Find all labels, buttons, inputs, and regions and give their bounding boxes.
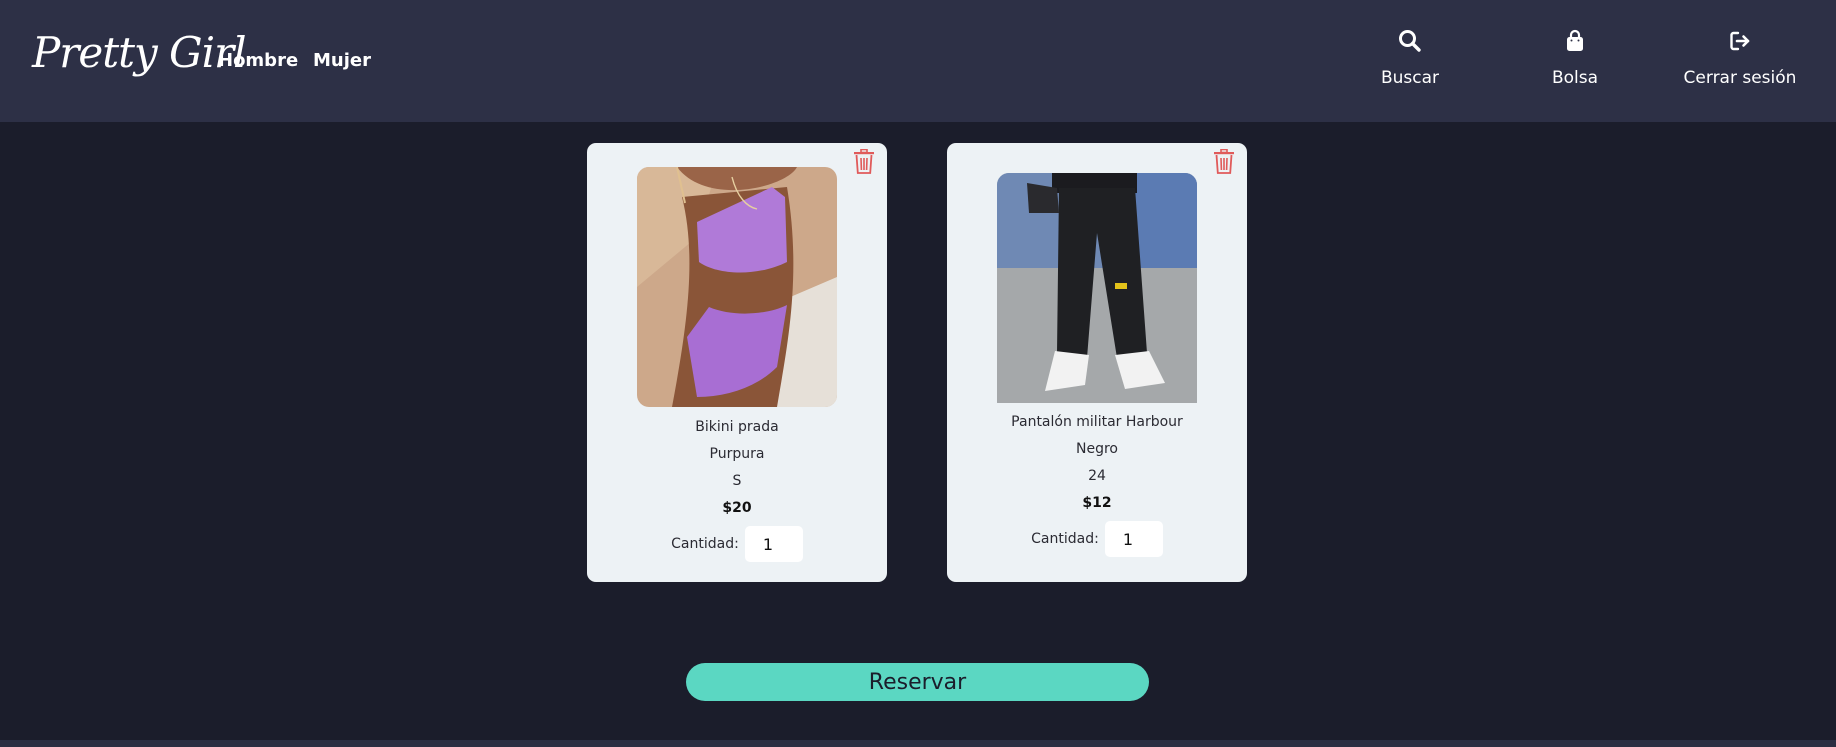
bag-button[interactable]: Bolsa [1500,26,1650,88]
reserve-button[interactable]: Reservar [686,663,1149,701]
bag-button-label: Bolsa [1551,68,1599,88]
search-icon [1399,30,1421,52]
quantity-label: Cantidad: [1031,531,1099,547]
shopping-bag-icon [1567,29,1583,51]
quantity-label: Cantidad: [671,536,739,552]
brand-logo[interactable]: Pretty Girl [32,28,247,77]
product-details: Pantalón militar Harbour Negro 24 $12 Ca… [947,409,1247,559]
product-image [637,167,837,407]
logout-button-label: Cerrar sesión [1683,68,1797,88]
quantity-input[interactable] [744,526,803,562]
product-size: S [732,473,742,489]
product-color: Purpura [709,446,765,462]
nav-link-mujer[interactable]: Mujer [313,50,371,71]
quantity-input[interactable] [1104,521,1163,557]
search-button[interactable]: Buscar [1335,26,1485,88]
nav-link-hombre[interactable]: Hombre [218,50,298,71]
product-details: Bikini prada Purpura S $20 Cantidad: [587,414,887,564]
product-name: Bikini prada [695,419,779,435]
product-image [997,173,1197,413]
logout-button[interactable]: Cerrar sesión [1665,26,1815,88]
product-price: $12 [1082,495,1112,511]
navbar: Pretty Girl Hombre Mujer Buscar Bolsa Ce… [0,0,1836,122]
quantity-row: Cantidad: [587,524,887,564]
product-price: $20 [722,500,752,516]
search-button-label: Buscar [1380,68,1440,88]
trash-icon[interactable] [1213,149,1235,175]
product-name: Pantalón militar Harbour [1011,414,1183,430]
product-color: Negro [1076,441,1118,457]
quantity-row: Cantidad: [947,519,1247,559]
cart-item-card: Pantalón militar Harbour Negro 24 $12 Ca… [947,143,1247,582]
cart-item-card: Bikini prada Purpura S $20 Cantidad: [587,143,887,582]
logout-icon [1730,31,1750,51]
footer-strip [0,740,1836,747]
product-size: 24 [1088,468,1106,484]
trash-icon[interactable] [853,149,875,175]
